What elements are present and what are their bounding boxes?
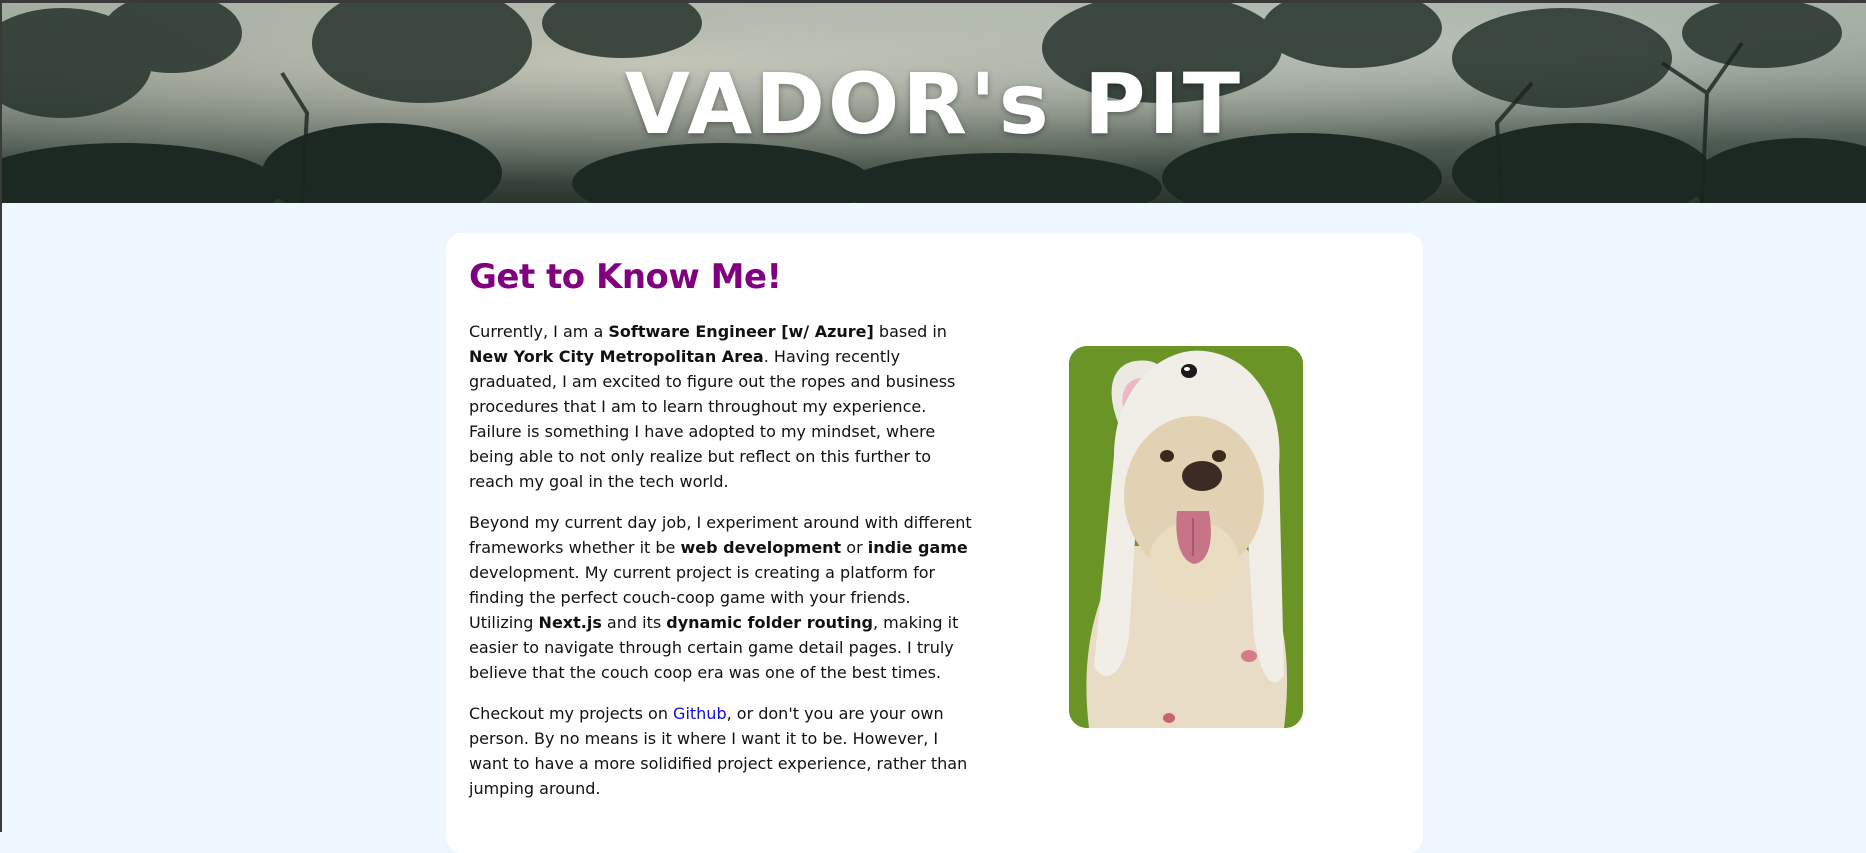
site-title: VADOR's PIT [624, 55, 1244, 153]
about-heading: Get to Know Me! [469, 257, 782, 297]
about-text: Currently, I am a Software Engineer [w/ … [469, 319, 974, 817]
projects-paragraph: Beyond my current day job, I experiment … [469, 513, 972, 682]
hero-banner: VADOR's PIT [2, 3, 1866, 203]
intro-paragraph: Currently, I am a Software Engineer [w/ … [469, 322, 956, 491]
github-paragraph: Checkout my projects on Github, or don't… [469, 704, 968, 798]
about-card: Get to Know Me! Currently, I am a Softwa… [446, 233, 1423, 853]
github-link[interactable]: Github [673, 704, 727, 723]
dog-photo [1069, 346, 1303, 728]
dog-in-bunny-hat-image [1069, 346, 1303, 728]
